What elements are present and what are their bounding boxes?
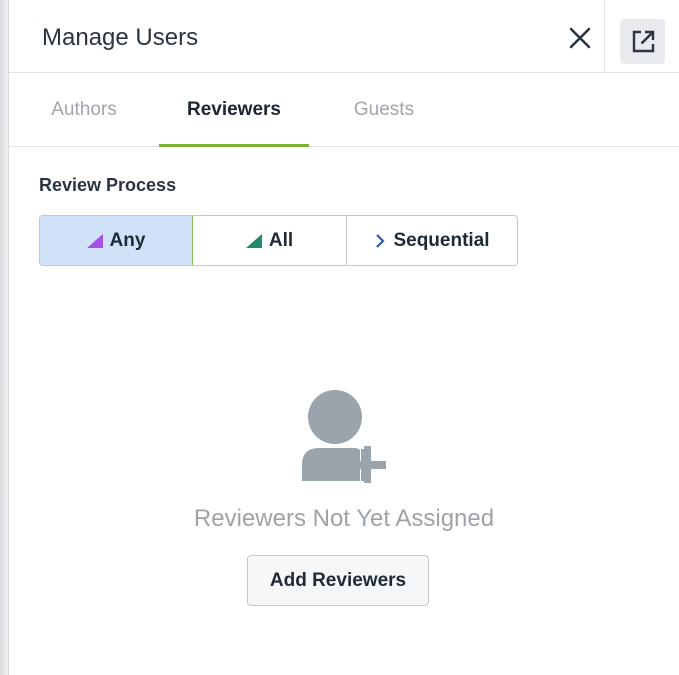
tab-reviewers[interactable]: Reviewers <box>159 73 309 147</box>
chevron-right-icon <box>376 233 386 248</box>
external-link-icon <box>632 30 654 52</box>
review-option-any[interactable]: Any <box>40 216 193 265</box>
header-divider <box>604 0 605 73</box>
empty-state-message: Reviewers Not Yet Assigned <box>193 505 495 532</box>
add-reviewers-button[interactable]: Add Reviewers <box>247 555 429 606</box>
review-option-label: All <box>268 229 294 251</box>
tab-guests[interactable]: Guests <box>309 73 459 146</box>
user-tabs: Authors Reviewers Guests <box>9 73 679 147</box>
popout-button[interactable] <box>620 19 665 64</box>
page-title: Manage Users <box>42 24 199 51</box>
add-user-icon <box>302 390 386 483</box>
review-option-label: Any <box>109 229 146 251</box>
review-option-all[interactable]: All <box>193 216 347 265</box>
review-option-label: Sequential <box>393 229 490 251</box>
review-process-label: Review Process <box>39 175 177 195</box>
close-button[interactable] <box>564 22 596 54</box>
tab-authors[interactable]: Authors <box>9 73 159 146</box>
close-icon <box>569 27 591 49</box>
review-process-selector: Any All Sequential <box>39 215 518 266</box>
triangle-icon <box>245 233 262 248</box>
review-option-sequential[interactable]: Sequential <box>347 216 517 265</box>
panel-header: Manage Users <box>9 0 679 73</box>
triangle-icon <box>86 233 103 248</box>
left-panel-edge <box>0 0 9 675</box>
manage-users-panel: Manage Users Authors Reviewers Guests Re… <box>9 0 679 675</box>
